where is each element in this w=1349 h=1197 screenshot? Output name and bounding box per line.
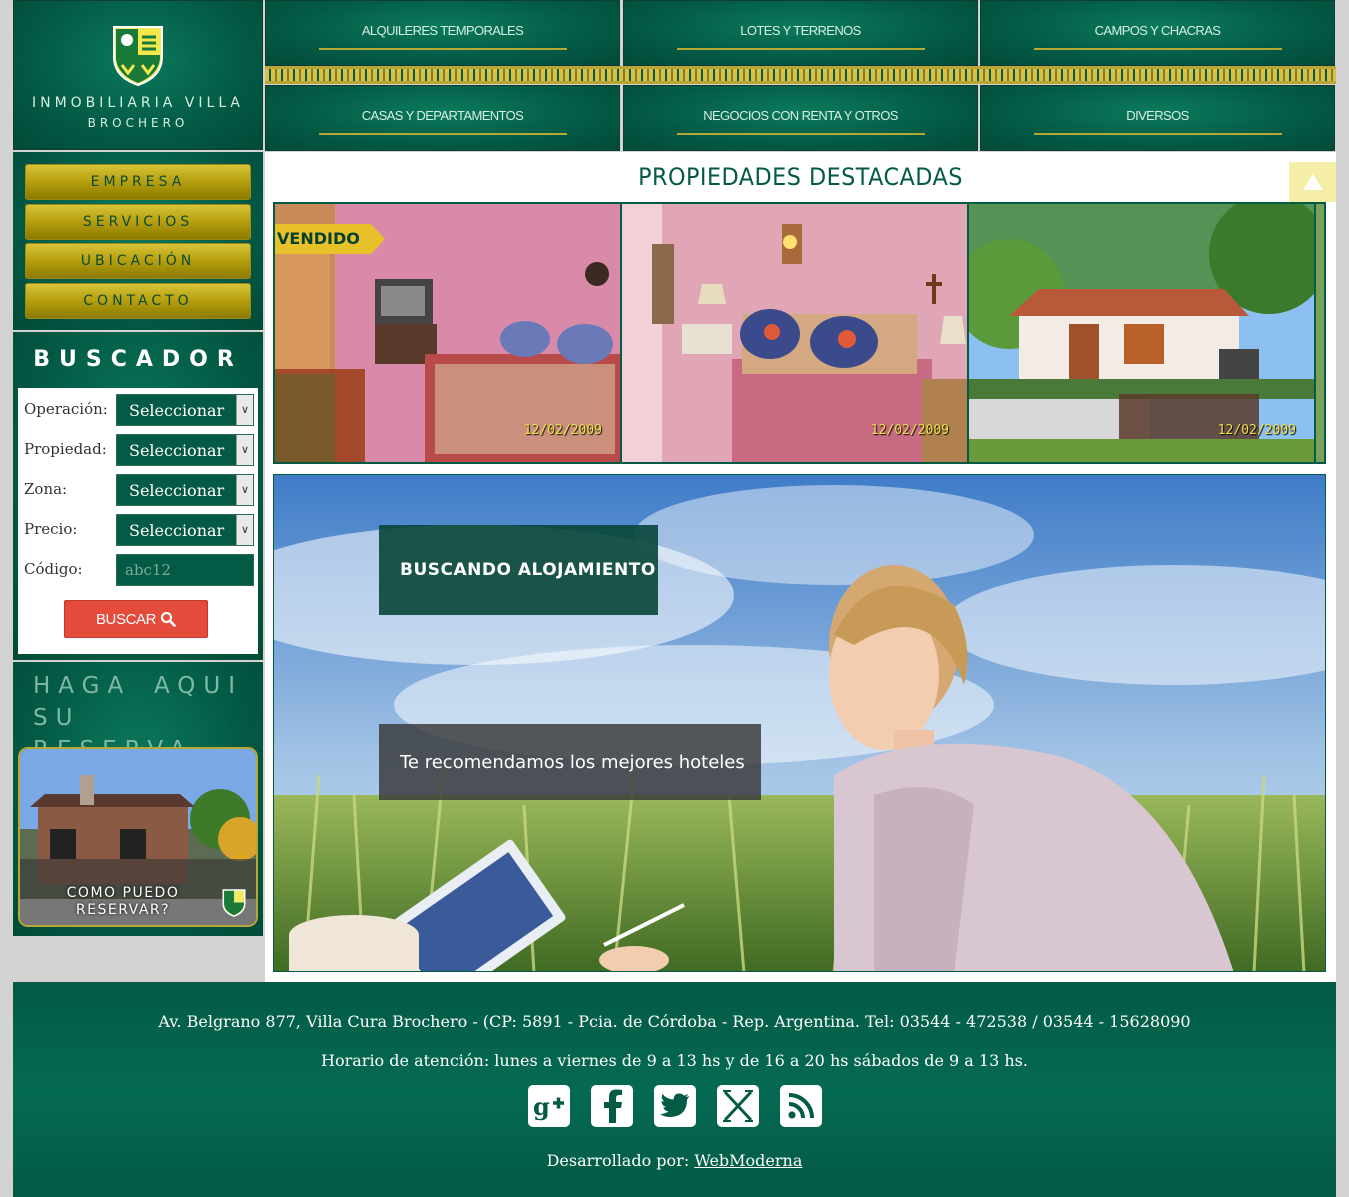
- field-label: Código:: [24, 560, 83, 578]
- scroll-top-button[interactable]: [1289, 162, 1336, 202]
- google-plus-icon[interactable]: g: [528, 1085, 570, 1127]
- reservation-caption-line2: RESERVAR?: [75, 902, 171, 918]
- reservation-panel[interactable]: HAGA AQUI SU RESERVA COMO PUEDO RESERVAR…: [13, 662, 263, 936]
- decorative-greek-band: [265, 66, 1336, 84]
- nav-negocios-con-renta[interactable]: Negocios con renta y otros: [623, 85, 978, 151]
- codigo-placeholder: abc12: [125, 561, 172, 579]
- select-value: Seleccionar: [129, 481, 225, 500]
- nav-label: Lotes y terrenos: [676, 23, 925, 50]
- nav-campos-y-chacras[interactable]: Campos y chacras: [980, 0, 1335, 66]
- field-operacion: Operación: Seleccionar ∨: [24, 394, 256, 426]
- menu-label: Contacto: [83, 293, 193, 309]
- banner-subheading: Te recomendamos los mejores hoteles: [379, 724, 761, 800]
- menu-label: Empresa: [90, 174, 186, 190]
- operacion-select[interactable]: Seleccionar ∨: [116, 394, 254, 426]
- photo-date: 12/02/2009: [1217, 423, 1296, 438]
- nav-alquileres-temporales[interactable]: Alquileres temporales: [265, 0, 620, 66]
- page-title: PROPIEDADES DESTACADAS: [638, 163, 963, 191]
- menu-label: Ubicación: [80, 253, 196, 269]
- codigo-input[interactable]: abc12: [116, 554, 254, 586]
- search-form: Operación: Seleccionar ∨ Propiedad: Selec…: [18, 388, 258, 654]
- nav-diversos[interactable]: Diversos: [980, 85, 1335, 151]
- developer-credit: Desarrollado por: WebModerna: [13, 1151, 1336, 1170]
- field-precio: Precio: Seleccionar ∨: [24, 514, 256, 546]
- featured-gallery[interactable]: VENDIDO 12/02/2009 12/02/2009 12/02/2009: [273, 202, 1326, 464]
- site-name: Inmobiliaria Villa Brochero: [32, 93, 244, 133]
- select-value: Seleccionar: [129, 521, 225, 540]
- next-photo-peek: [1316, 204, 1324, 462]
- site-name-line2: Brochero: [87, 116, 189, 130]
- field-label: Operación:: [24, 400, 108, 418]
- nav-label: Negocios con renta y otros: [676, 108, 925, 135]
- property-card[interactable]: 12/02/2009: [622, 204, 967, 462]
- search-icon: [160, 611, 176, 627]
- menu-label: Servicios: [82, 214, 194, 230]
- nav-label: Casas y departamentos: [318, 108, 567, 135]
- site-logo[interactable]: Inmobiliaria Villa Brochero: [13, 0, 263, 150]
- nav-label: Alquileres temporales: [318, 23, 567, 50]
- chevron-down-icon[interactable]: ∨: [236, 435, 253, 465]
- field-label: Propiedad:: [24, 440, 107, 458]
- triangle-up-icon: [1302, 174, 1323, 190]
- field-zona: Zona: Seleccionar ∨: [24, 474, 256, 506]
- developer-label: Desarrollado por:: [546, 1151, 690, 1170]
- rss-icon[interactable]: [780, 1085, 822, 1127]
- chevron-down-icon[interactable]: ∨: [236, 515, 253, 545]
- field-label: Precio:: [24, 520, 78, 538]
- footer-hours: Horario de atención: lunes a viernes de …: [321, 1051, 1028, 1070]
- nav-lotes-y-terrenos[interactable]: Lotes y terrenos: [623, 0, 978, 66]
- footer-address: Av. Belgrano 877, Villa Cura Brochero - …: [158, 1012, 1191, 1031]
- precio-select[interactable]: Seleccionar ∨: [116, 514, 254, 546]
- reservation-image[interactable]: COMO PUEDO RESERVAR?: [18, 747, 258, 927]
- chevron-down-icon[interactable]: ∨: [236, 395, 253, 425]
- twitter-icon[interactable]: [654, 1085, 696, 1127]
- property-card[interactable]: 12/02/2009: [969, 204, 1314, 462]
- nav-casas-y-departamentos[interactable]: Casas y departamentos: [265, 85, 620, 151]
- side-menu: Empresa Servicios Ubicación Contacto: [13, 152, 263, 330]
- select-value: Seleccionar: [129, 441, 225, 460]
- propiedad-select[interactable]: Seleccionar ∨: [116, 434, 254, 466]
- field-propiedad: Propiedad: Seleccionar ∨: [24, 434, 256, 466]
- coat-of-arms-icon: [113, 26, 163, 87]
- social-links: g: [528, 1085, 822, 1127]
- menu-servicios[interactable]: Servicios: [25, 204, 251, 240]
- photo-date: 12/02/2009: [523, 423, 602, 438]
- hotel-banner[interactable]: BUSCANDO ALOJAMIENTO Te recomendamos los…: [273, 474, 1326, 972]
- nav-label: Diversos: [1033, 108, 1282, 135]
- xing-icon[interactable]: [717, 1085, 759, 1127]
- sold-badge: VENDIDO: [275, 224, 385, 254]
- svg-text:g: g: [533, 1092, 550, 1121]
- field-codigo: Código: abc12: [24, 554, 256, 586]
- search-button-label: BUSCAR: [95, 610, 157, 628]
- reservation-caption-line1: COMO PUEDO: [66, 885, 180, 901]
- menu-ubicacion[interactable]: Ubicación: [25, 243, 251, 279]
- search-panel: BUSCADOR Operación: Seleccionar ∨ Propied…: [13, 332, 263, 660]
- sold-badge-label: VENDIDO: [277, 229, 360, 248]
- footer: Av. Belgrano 877, Villa Cura Brochero - …: [13, 982, 1336, 1197]
- photo-date: 12/02/2009: [870, 423, 949, 438]
- developer-link[interactable]: WebModerna: [694, 1151, 802, 1170]
- menu-contacto[interactable]: Contacto: [25, 283, 251, 319]
- search-button[interactable]: BUSCAR: [64, 600, 208, 638]
- field-label: Zona:: [24, 480, 68, 498]
- menu-empresa[interactable]: Empresa: [25, 164, 251, 200]
- banner-heading: BUSCANDO ALOJAMIENTO: [379, 525, 658, 615]
- reservation-title-line1: HAGA AQUI SU: [33, 673, 243, 731]
- zona-select[interactable]: Seleccionar ∨: [116, 474, 254, 506]
- site-name-line1: Inmobiliaria Villa: [31, 95, 245, 111]
- reservation-caption: COMO PUEDO RESERVAR?: [20, 885, 226, 919]
- nav-label: Campos y chacras: [1033, 23, 1282, 50]
- select-value: Seleccionar: [129, 401, 225, 420]
- chevron-down-icon[interactable]: ∨: [236, 475, 253, 505]
- coat-of-arms-icon: [222, 889, 246, 917]
- search-title: BUSCADOR: [33, 347, 243, 372]
- main-content: PROPIEDADES DESTACADAS VENDIDO 12/02/200…: [265, 152, 1336, 982]
- facebook-icon[interactable]: [591, 1085, 633, 1127]
